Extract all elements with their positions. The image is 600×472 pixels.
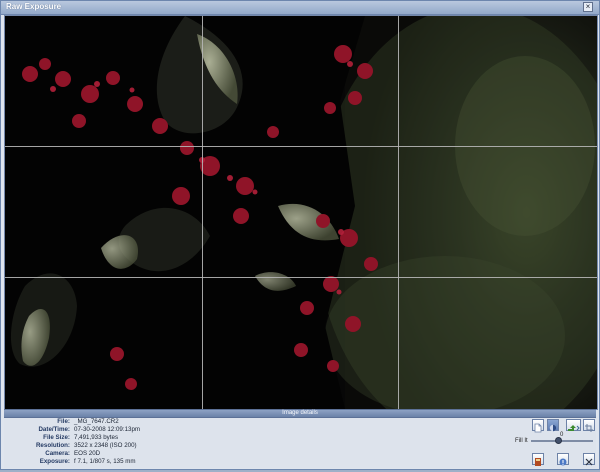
help-icon [559,458,567,466]
detail-value: f 7.1, 1/807 s, 135 mm [74,458,136,465]
close-button[interactable]: × [583,2,593,12]
detail-value: 3522 x 2348 (ISO 200) [74,442,137,449]
save-icon [535,458,541,466]
export-button[interactable] [566,419,581,431]
export-icon [568,425,580,431]
raw-image-preview[interactable] [5,16,597,409]
document-icon [534,423,542,433]
detail-label: File: [57,418,70,425]
slider-thumb[interactable] [555,437,563,444]
detail-label: Resolution: [35,442,70,449]
detail-label: Date/Time: [38,426,70,433]
fill-label: Fill It [515,438,528,444]
crop-icon [585,424,593,432]
save-button[interactable] [532,453,544,466]
fill-light-slider[interactable]: Fill It 0 [515,432,597,449]
window-title: Raw Exposure [6,2,62,11]
crop-button[interactable] [583,419,595,432]
contrast-icon [549,424,557,432]
grid-line-vertical-1 [202,16,203,409]
help-button[interactable] [557,453,569,466]
detail-value: 07-30-2008 12:09:13pm [74,426,141,433]
document-button[interactable] [532,419,544,433]
detail-value: _MG_7647.CR2 [74,418,119,425]
cancel-button[interactable] [583,453,595,466]
grid-line-horizontal-2 [5,277,597,278]
detail-value: EOS 20D [74,450,101,457]
image-details-header[interactable]: Image details [4,409,596,418]
detail-label: Exposure: [39,458,70,465]
close-icon: × [585,2,591,11]
contrast-button[interactable] [547,419,559,432]
image-details-panel: File: _MG_7647.CR2 Date/Time: 07-30-2008… [4,418,596,468]
image-viewer[interactable] [4,15,598,410]
detail-value: 7,491,933 bytes [74,434,119,441]
title-bar[interactable]: Raw Exposure × [1,1,599,15]
cancel-icon [585,458,593,466]
grid-line-vertical-2 [398,16,399,409]
detail-label: File Size: [43,434,70,441]
image-details-title: Image details [282,410,318,416]
raw-exposure-window: Raw Exposure × Image details File: _MG_7… [0,0,600,470]
detail-label: Camera: [45,450,70,457]
grid-line-horizontal-1 [5,146,597,147]
